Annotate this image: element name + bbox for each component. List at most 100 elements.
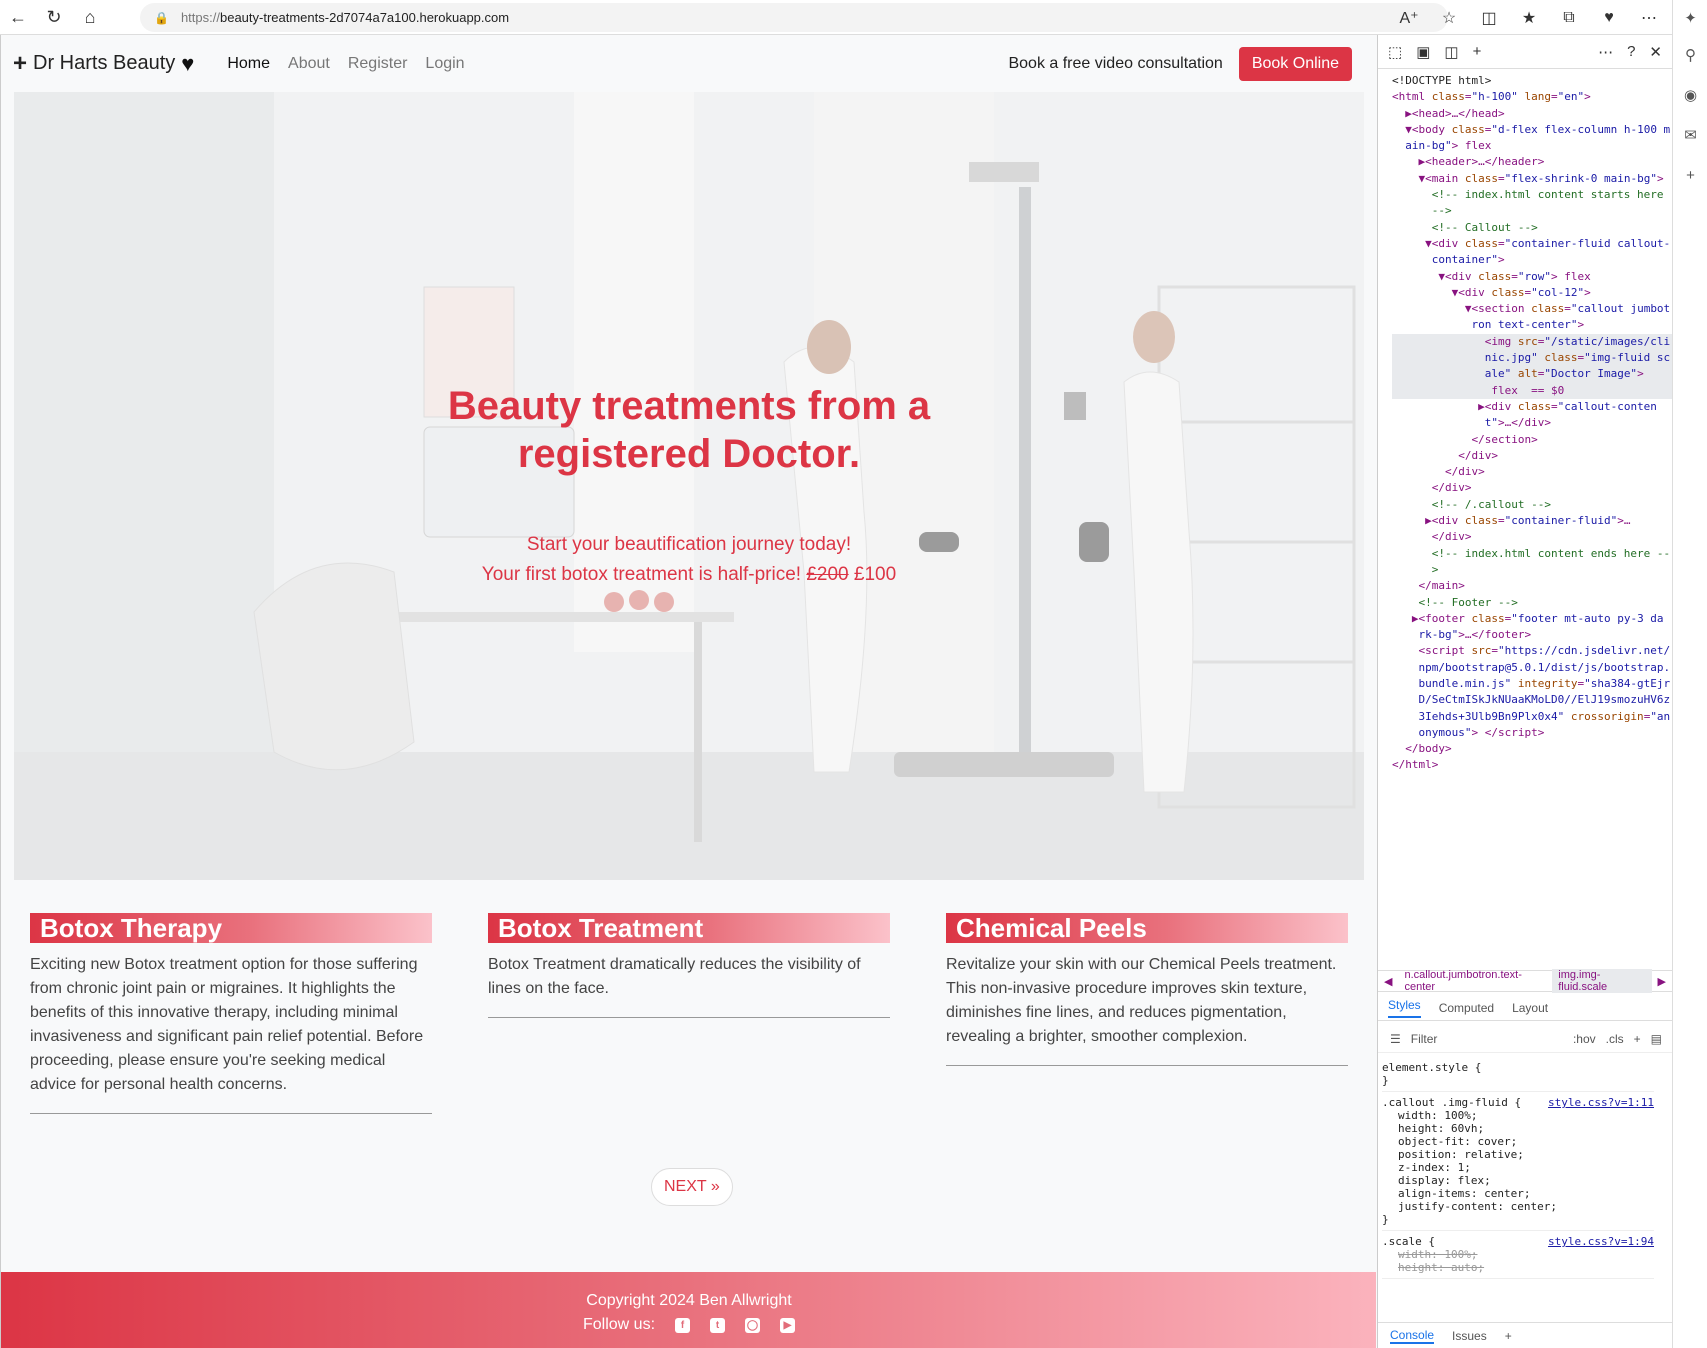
book-online-button[interactable]: Book Online	[1238, 46, 1352, 81]
brand-link[interactable]: + Dr Harts Beauty ♥	[13, 50, 194, 78]
footer-copyright: Copyright 2024 Ben Allwright	[586, 1292, 792, 1309]
css-property[interactable]: position: relative;	[1382, 1148, 1654, 1161]
devtools-panel: ⬚ ▣ ◫ + ⋯ ? ✕ <!DOCTYPE html> <html class…	[1377, 35, 1672, 1348]
nav-login[interactable]: Login	[425, 55, 464, 73]
dock-icon[interactable]: ◫	[1444, 43, 1458, 61]
browser-toolbar: ← ↻ ⌂ 🔒 https:// beauty-treatments-2d707…	[0, 0, 1707, 35]
brand-name: Dr Harts Beauty	[33, 52, 176, 74]
edge-sidebar: ✦ ⚲ ◉ ✉ +	[1672, 0, 1707, 1348]
add-tab-icon[interactable]: +	[1473, 43, 1482, 60]
tab-console[interactable]: Console	[1390, 1328, 1435, 1344]
css-property[interactable]: height: auto;	[1382, 1261, 1654, 1274]
css-property[interactable]: object-fit: cover;	[1382, 1135, 1654, 1148]
close-icon[interactable]: ✕	[1649, 43, 1662, 61]
cls-toggle[interactable]: .cls	[1606, 1032, 1624, 1046]
card-title[interactable]: Botox Treatment	[488, 913, 890, 943]
copilot-sidebar-icon[interactable]: ✦	[1673, 0, 1707, 35]
nav-register[interactable]: Register	[348, 55, 408, 73]
follow-label: Follow us:	[582, 1316, 656, 1333]
breadcrumb-section[interactable]: n.callout.jumbotron.text-center	[1398, 969, 1552, 993]
css-property[interactable]: display: flex;	[1382, 1174, 1654, 1187]
css-property[interactable]: align-items: center;	[1382, 1187, 1654, 1200]
filter-input[interactable]: Filter	[1411, 1032, 1563, 1046]
rule-source-link[interactable]: style.css?v=1:11	[1548, 1096, 1654, 1109]
add-sidebar-app-icon[interactable]: +	[1673, 155, 1707, 195]
favorites-icon[interactable]: ★	[1509, 1, 1549, 35]
browser-essentials-icon[interactable]: ♥	[1589, 1, 1629, 35]
refresh-icon[interactable]: ↻	[36, 0, 72, 34]
rule-selector: .scale {	[1382, 1235, 1435, 1248]
nav-home[interactable]: Home	[227, 55, 270, 73]
more-icon[interactable]: ⋯	[1598, 43, 1613, 61]
css-rule-callout: style.css?v=1:11 .callout .img-fluid { wi…	[1382, 1092, 1654, 1231]
styles-tabs: Styles Computed Layout	[1378, 995, 1672, 1021]
hero-subtitle: Start your beautification journey today!	[526, 534, 852, 555]
url-protocol: https://	[180, 10, 220, 25]
hov-toggle[interactable]: :hov	[1573, 1032, 1596, 1046]
next-page-button[interactable]: NEXT »	[651, 1168, 733, 1206]
search-icon[interactable]: ⚲	[1673, 35, 1707, 75]
styles-pane[interactable]: element.style { } style.css?v=1:11 .callo…	[1378, 1057, 1654, 1279]
old-price: £200	[806, 564, 849, 585]
web-page: + Dr Harts Beauty ♥ Home About Register …	[0, 35, 1376, 1348]
site-footer: Copyright 2024 Ben Allwright Follow us: …	[1, 1272, 1376, 1348]
card-body: Revitalize your skin with our Chemical P…	[946, 953, 1348, 1066]
offer-text: Your first botox treatment is half-price…	[481, 564, 802, 585]
inspect-icon[interactable]: ⬚	[1388, 43, 1402, 61]
help-icon[interactable]: ?	[1627, 43, 1635, 61]
breadcrumb-prev-icon[interactable]: ◀	[1378, 975, 1398, 988]
more-menu-icon[interactable]: ⋯	[1629, 1, 1669, 35]
add-drawer-tab-icon[interactable]: +	[1505, 1329, 1512, 1343]
site-navbar: + Dr Harts Beauty ♥ Home About Register …	[1, 35, 1376, 92]
lock-icon: 🔒	[154, 10, 169, 25]
tab-styles[interactable]: Styles	[1388, 998, 1421, 1018]
card-title[interactable]: Botox Therapy	[30, 913, 432, 943]
card-title[interactable]: Chemical Peels	[946, 913, 1348, 943]
plus-icon: +	[13, 49, 28, 77]
back-icon[interactable]: ←	[0, 0, 36, 34]
elements-tree[interactable]: <!DOCTYPE html> <html class="h-100" lang=…	[1378, 69, 1672, 999]
breadcrumb-img[interactable]: img.img-fluid.scale	[1552, 969, 1652, 993]
new-rule-icon[interactable]: +	[1634, 1032, 1641, 1046]
youtube-icon[interactable]: ▶	[780, 1317, 796, 1333]
read-aloud-icon[interactable]: A⁺	[1389, 1, 1429, 35]
device-toggle-icon[interactable]: ▣	[1416, 43, 1430, 61]
hero-content: Beauty treatments from a registered Doct…	[14, 382, 1364, 590]
card-body: Exciting new Botox treatment option for …	[30, 953, 432, 1114]
styles-filter-row: ☰ Filter :hov .cls + ▤	[1378, 1025, 1672, 1053]
rule-source-link[interactable]: style.css?v=1:94	[1548, 1235, 1654, 1248]
twitter-icon[interactable]: t	[710, 1317, 726, 1333]
element-style-rule: element.style { }	[1382, 1057, 1654, 1092]
split-screen-icon[interactable]: ◫	[1469, 1, 1509, 35]
css-property[interactable]: justify-content: center;	[1382, 1200, 1654, 1213]
drawer-tabs: Console Issues +	[1378, 1322, 1672, 1348]
tab-computed[interactable]: Computed	[1439, 1001, 1494, 1015]
tab-layout[interactable]: Layout	[1512, 1001, 1548, 1015]
css-property[interactable]: width: 100%;	[1382, 1248, 1654, 1261]
address-bar[interactable]: 🔒 https:// beauty-treatments-2d7074a7a10…	[140, 3, 1448, 32]
office-icon[interactable]: ◉	[1673, 75, 1707, 115]
home-icon[interactable]: ⌂	[72, 0, 108, 34]
tab-issues[interactable]: Issues	[1452, 1329, 1487, 1343]
hero-offer: Your first botox treatment is half-price…	[14, 560, 1364, 590]
toggle-sidebar-icon[interactable]: ▤	[1651, 1032, 1662, 1046]
css-property[interactable]: width: 100%;	[1382, 1109, 1654, 1122]
card-body: Botox Treatment dramatically reduces the…	[488, 953, 890, 1018]
treatment-card: Botox Therapy Exciting new Botox treatme…	[30, 913, 432, 1114]
facebook-icon[interactable]: f	[675, 1317, 691, 1333]
element-style-selector: element.style {	[1382, 1061, 1482, 1074]
css-property[interactable]: z-index: 1;	[1382, 1161, 1654, 1174]
css-rule-scale: style.css?v=1:94 .scale { width: 100%; he…	[1382, 1231, 1654, 1279]
favorite-star-icon[interactable]: ☆	[1429, 1, 1469, 35]
collections-icon[interactable]: ⧉	[1549, 1, 1589, 35]
css-property[interactable]: height: 60vh;	[1382, 1122, 1654, 1135]
nav-about[interactable]: About	[288, 55, 330, 73]
devtools-toolbar: ⬚ ▣ ◫ + ⋯ ? ✕	[1378, 35, 1672, 69]
instagram-icon[interactable]: ◯	[745, 1317, 761, 1333]
video-consultation-link[interactable]: Book a free video consultation	[1008, 55, 1222, 73]
heart-icon: ♥	[181, 50, 195, 76]
breadcrumb-next-icon[interactable]: ▶	[1652, 975, 1672, 988]
rule-selector: .callout .img-fluid {	[1382, 1096, 1522, 1109]
outlook-icon[interactable]: ✉	[1673, 115, 1707, 155]
browser-actions: A⁺ ☆ ◫ ★ ⧉ ♥ ⋯	[1389, 0, 1707, 35]
